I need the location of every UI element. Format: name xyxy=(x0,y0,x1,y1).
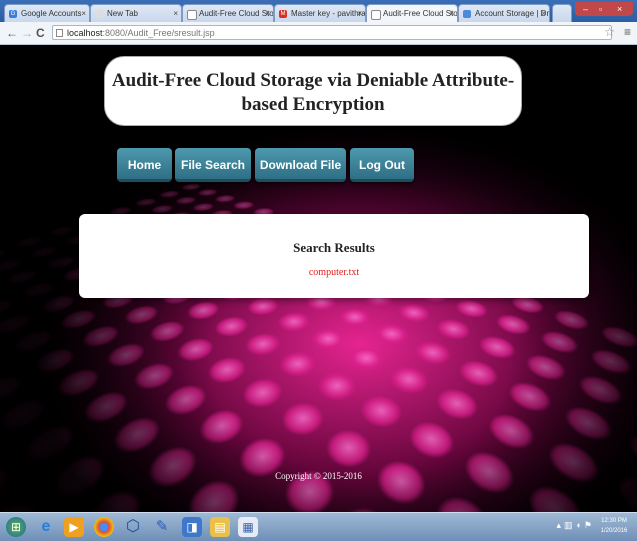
nav-log-out-button[interactable]: Log Out xyxy=(350,148,414,182)
tab-label: Account Storage | DriveH xyxy=(475,9,550,18)
new-tab-button[interactable] xyxy=(552,4,572,22)
ie-icon[interactable]: e xyxy=(36,517,56,537)
reload-icon[interactable]: C xyxy=(36,25,45,41)
shield-icon[interactable]: ⬡ xyxy=(123,517,143,537)
close-icon[interactable]: × xyxy=(81,5,86,22)
volume-icon[interactable]: ◖ xyxy=(575,520,583,530)
site-header: Audit-Free Cloud Storage via Deniable At… xyxy=(104,56,522,126)
url-field[interactable]: localhost:8080/Audit_Free/sresult.jsp xyxy=(52,25,612,40)
nav-home-button[interactable]: Home xyxy=(117,148,172,182)
tray-arrow-icon[interactable]: ▴ xyxy=(556,520,564,530)
forward-arrow-icon[interactable]: → xyxy=(21,25,33,41)
url-host: localhost xyxy=(67,28,103,38)
page-title: Audit-Free Cloud Storage via Deniable At… xyxy=(105,57,521,117)
tab-label: Google Accounts xyxy=(21,9,81,18)
clock-date: 1/20/2016 xyxy=(597,526,631,536)
system-clock[interactable]: 12:30 PM 1/20/2016 xyxy=(597,516,631,536)
taskbar: ⊞ e ▶ ⬡ ✎ ◨ ▤ ▦ ▴▥◖⚑ 12:30 PM 1/20/2016 xyxy=(0,512,637,541)
page-content: Audit-Free Cloud Storage via Deniable At… xyxy=(0,45,637,512)
tab-label: New Tab xyxy=(107,9,138,18)
page-icon xyxy=(371,10,381,20)
folder-icon[interactable]: ▤ xyxy=(210,517,230,537)
search-results-heading: Search Results xyxy=(79,214,589,256)
nav-file-search-button[interactable]: File Search xyxy=(175,148,251,182)
start-button-icon[interactable]: ⊞ xyxy=(6,517,26,537)
tab-label: Audit-Free Cloud Storage xyxy=(199,9,274,18)
google-icon: G xyxy=(9,10,17,18)
document-icon[interactable]: ▦ xyxy=(238,517,258,537)
browser-tab-account-storage[interactable]: Account Storage | DriveH × xyxy=(458,4,550,22)
drive-icon xyxy=(463,10,471,18)
close-icon[interactable]: × xyxy=(541,5,546,22)
browser-tab-bar: G Google Accounts × New Tab × Audit-Free… xyxy=(0,0,637,22)
browser-tab-audit-free-active[interactable]: Audit-Free Cloud Storage × xyxy=(366,4,458,22)
blank-page-icon xyxy=(95,10,103,18)
url-path: :8080/Audit_Free/sresult.jsp xyxy=(103,28,215,38)
system-tray: ▴▥◖⚑ xyxy=(556,520,595,531)
browser-tab-new-tab[interactable]: New Tab × xyxy=(90,4,182,22)
browser-tab-google-accounts[interactable]: G Google Accounts × xyxy=(4,4,90,22)
maximize-icon[interactable]: ▫ xyxy=(599,2,602,16)
address-bar-row: ← → C localhost:8080/Audit_Free/sresult.… xyxy=(0,22,637,45)
clock-time: 12:30 PM xyxy=(597,516,631,526)
chrome-icon[interactable] xyxy=(94,517,114,537)
menu-icon[interactable]: ≡ xyxy=(624,25,631,39)
browser-tab-master-key[interactable]: M Master key - pavithrapini × xyxy=(274,4,366,22)
tab-label: Master key - pavithrapini xyxy=(291,9,366,18)
result-file-link[interactable]: computer.txt xyxy=(79,267,589,278)
feather-icon[interactable]: ✎ xyxy=(152,517,172,537)
window-controls: – ▫ × xyxy=(575,2,633,16)
close-icon[interactable]: × xyxy=(449,5,454,22)
explorer-icon[interactable]: ◨ xyxy=(182,517,202,537)
network-icon[interactable]: ▥ xyxy=(564,520,576,530)
tab-label: Audit-Free Cloud Storage xyxy=(383,9,458,18)
bookmark-star-icon[interactable]: ☆ xyxy=(604,25,615,39)
flag-icon[interactable]: ⚑ xyxy=(584,520,595,530)
copyright-text: Copyright © 2015-2016 xyxy=(0,471,637,481)
minimize-icon[interactable]: – xyxy=(583,2,588,16)
back-arrow-icon[interactable]: ← xyxy=(6,25,18,41)
page-icon xyxy=(56,29,63,37)
nav-download-file-button[interactable]: Download File xyxy=(255,148,346,182)
close-icon[interactable]: × xyxy=(173,5,178,22)
window-close-icon[interactable]: × xyxy=(617,2,622,16)
media-player-icon[interactable]: ▶ xyxy=(64,517,84,537)
browser-tab-audit-free-1[interactable]: Audit-Free Cloud Storage × xyxy=(182,4,274,22)
search-results-panel: Search Results computer.txt xyxy=(79,214,589,298)
gmail-icon: M xyxy=(279,10,287,18)
page-icon xyxy=(187,10,197,20)
close-icon[interactable]: × xyxy=(265,5,270,22)
close-icon[interactable]: × xyxy=(357,5,362,22)
